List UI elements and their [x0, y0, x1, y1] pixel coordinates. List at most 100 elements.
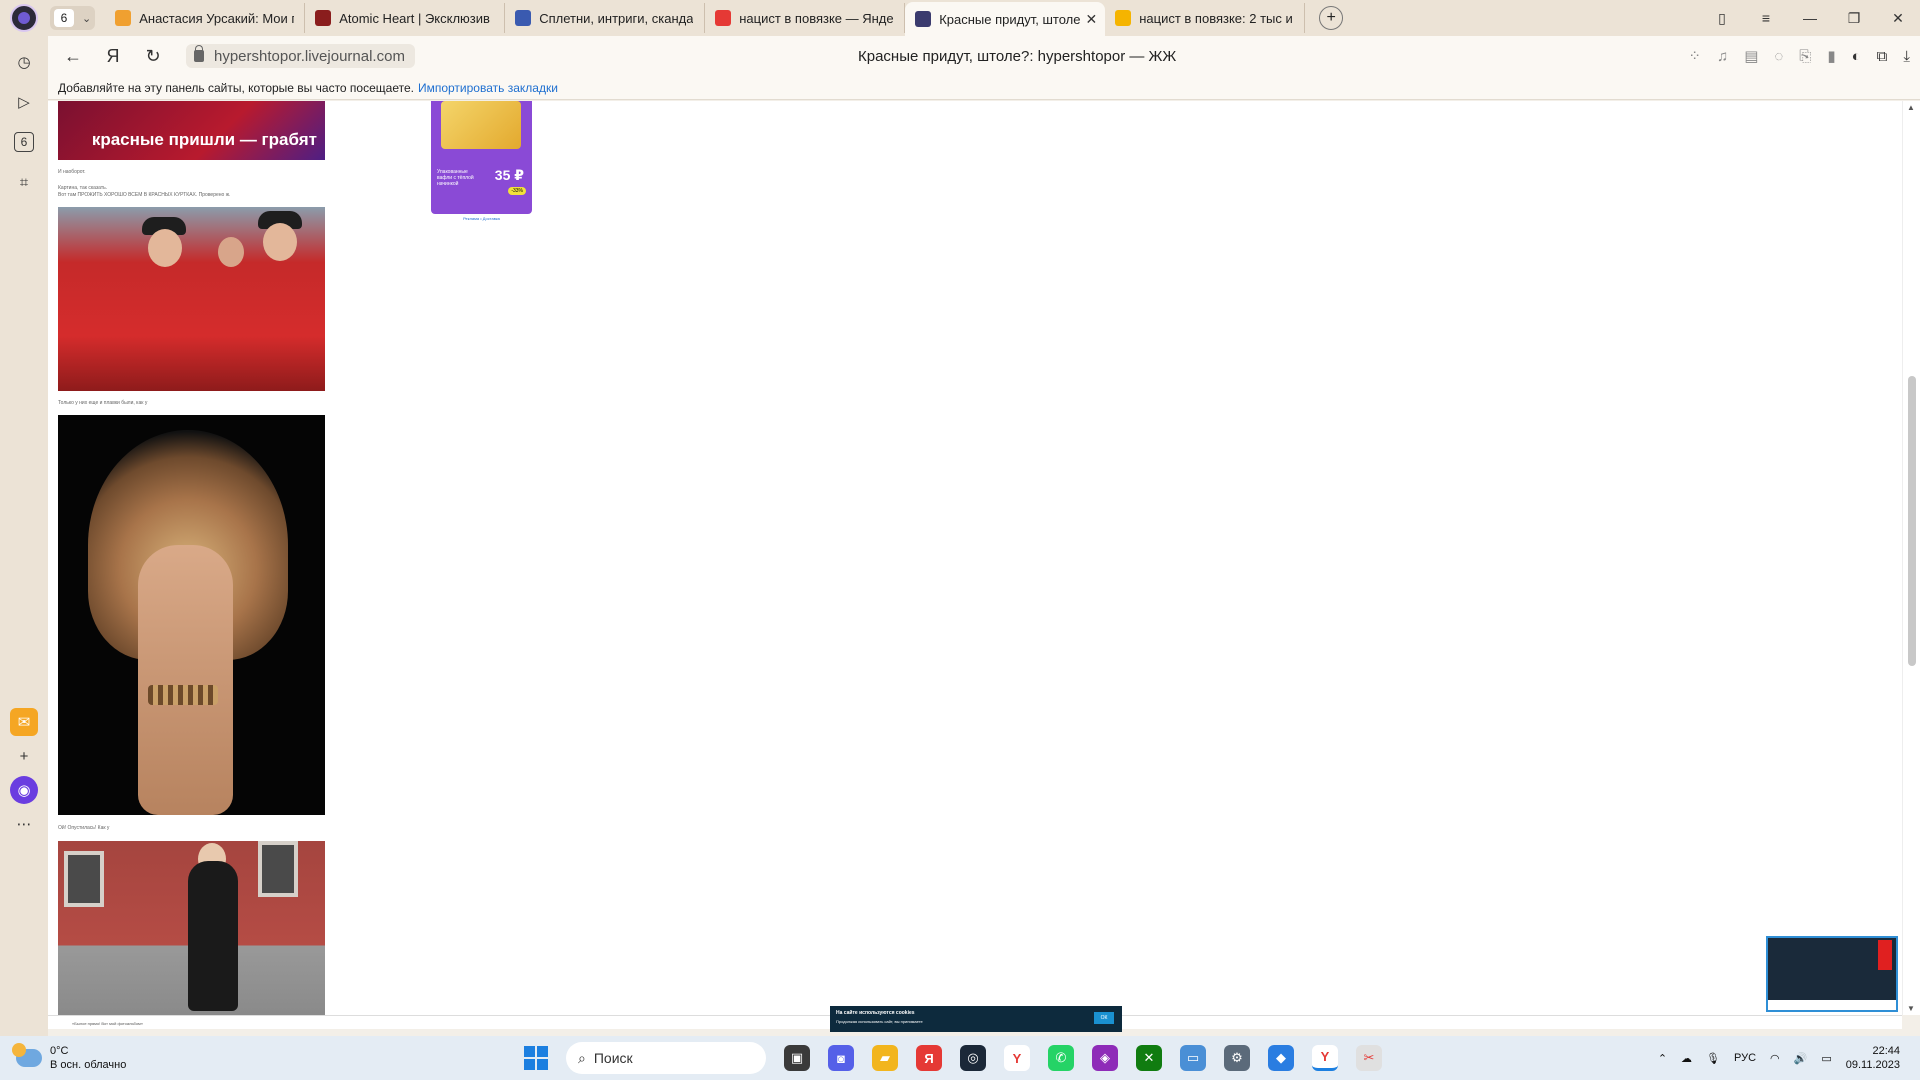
- post-text-4: Только у них еще и плавки были, как у: [58, 400, 148, 406]
- add-icon[interactable]: +: [10, 742, 38, 770]
- popup-red-badge: [1878, 940, 1892, 970]
- headphones-icon[interactable]: ♫: [1717, 48, 1728, 65]
- maximize-button[interactable]: ❐: [1832, 10, 1876, 27]
- wall-window: [64, 851, 104, 907]
- chat-icon[interactable]: ◙: [828, 1045, 854, 1071]
- snipping-tool-icon[interactable]: ✂: [1356, 1045, 1382, 1071]
- mail-icon[interactable]: ✉: [10, 708, 38, 736]
- walker-body: [188, 861, 238, 1011]
- copilot-icon[interactable]: ◆: [1268, 1045, 1294, 1071]
- settings-gear-icon[interactable]: ⚙: [1224, 1045, 1250, 1071]
- taskbar-search[interactable]: ⌕ Поиск: [566, 1042, 766, 1074]
- weather-text: 0°C В осн. облачно: [50, 1044, 126, 1072]
- person-head: [263, 223, 297, 261]
- scrollbar-thumb[interactable]: [1908, 376, 1916, 666]
- task-view-icon[interactable]: ▣: [784, 1045, 810, 1071]
- wifi-icon[interactable]: ◠: [1770, 1052, 1780, 1065]
- whatsapp-icon[interactable]: ✆: [1048, 1045, 1074, 1071]
- video-popup-thumbnail[interactable]: [1766, 936, 1898, 1012]
- page-title: Красные придут, штоле?: hypershtopor — Ж…: [858, 47, 1177, 65]
- ad-banner[interactable]: Упакованные вафли с тёплой начинкой 35 ₽…: [431, 101, 532, 214]
- tab-bar: 6 ⌄ Анастасия Урсакий: Мои г Atomic Hear…: [0, 0, 1920, 36]
- battery-icon[interactable]: ▭: [1821, 1052, 1831, 1065]
- close-tab-icon[interactable]: ✕: [1085, 11, 1097, 28]
- favicon-icon: [115, 10, 132, 26]
- tab-count: 6: [54, 9, 74, 27]
- tab-4[interactable]: нацист в повязке — Янде: [705, 3, 906, 33]
- yandex-browser-icon[interactable]: Я: [916, 1045, 942, 1071]
- app-icon[interactable]: ◈: [1092, 1045, 1118, 1071]
- file-explorer-icon[interactable]: ▰: [872, 1045, 898, 1071]
- remote-desktop-icon[interactable]: ▭: [1180, 1045, 1206, 1071]
- language-indicator[interactable]: РУС: [1734, 1052, 1756, 1064]
- tab-1[interactable]: Анастасия Урсакий: Мои г: [105, 3, 306, 33]
- sidebar-tabs-button[interactable]: 6: [10, 128, 38, 156]
- extensions-icon[interactable]: ⁘: [1688, 47, 1701, 65]
- favicon-icon: [315, 10, 332, 26]
- tab-6[interactable]: нацист в повязке: 2 тыс и: [1105, 3, 1306, 33]
- ad-caption-link[interactable]: Реклама • Доставка: [431, 216, 532, 221]
- post-text-5: Ой! Опустилась! Как у: [58, 825, 110, 831]
- weather-desc: В осн. облачно: [50, 1059, 127, 1071]
- cookie-banner: На сайте используются cookies Продолжая …: [830, 1006, 1122, 1032]
- screenshot-icon[interactable]: ⌗: [10, 168, 38, 196]
- url-field[interactable]: hypershtopor.livejournal.com: [186, 44, 415, 68]
- weather-widget[interactable]: 0°C В осн. облачно: [12, 1043, 126, 1072]
- microphone-icon[interactable]: 🎙: [1706, 1052, 1720, 1065]
- translate-icon[interactable]: ⎘: [1799, 48, 1811, 65]
- volume-icon[interactable]: 🔊: [1794, 1052, 1808, 1065]
- page-scrollbar[interactable]: ▲ ▼: [1902, 101, 1920, 1015]
- tab-3[interactable]: Сплетни, интриги, сканда: [505, 3, 706, 33]
- onedrive-icon[interactable]: ☁: [1681, 1052, 1692, 1065]
- minimize-button[interactable]: —: [1788, 10, 1832, 26]
- menu-icon[interactable]: ≡: [1744, 10, 1788, 26]
- reload-button[interactable]: ↻: [138, 41, 168, 71]
- new-tab-button[interactable]: +: [1319, 6, 1344, 30]
- tab-counter[interactable]: 6 ⌄: [50, 6, 96, 30]
- steam-icon[interactable]: ◎: [960, 1045, 986, 1071]
- import-bookmarks-link[interactable]: Импортировать закладки: [418, 81, 558, 95]
- collections-icon[interactable]: ⧉: [1877, 48, 1888, 65]
- reader-icon[interactable]: ▤: [1744, 47, 1758, 65]
- alice-icon[interactable]: ◉: [10, 776, 38, 804]
- cookie-ok-button[interactable]: ОК: [1094, 1012, 1114, 1024]
- yandex-button[interactable]: Я: [98, 41, 128, 71]
- xbox-icon[interactable]: ✕: [1136, 1045, 1162, 1071]
- comments-icon[interactable]: ◌: [1774, 48, 1783, 65]
- bookmarks-panel-icon[interactable]: ▯: [1700, 10, 1744, 27]
- figure-shape: [138, 545, 233, 815]
- photo-walking-man: [58, 841, 325, 1015]
- clock[interactable]: 22:44 09.11.2023: [1846, 1044, 1900, 1072]
- browser-logo-icon[interactable]: [10, 4, 38, 32]
- lock-icon: [194, 45, 204, 62]
- shield-icon[interactable]: ◐: [1852, 48, 1861, 65]
- scroll-up-icon[interactable]: ▲: [1907, 103, 1915, 112]
- download-icon[interactable]: ⤓: [1903, 48, 1910, 65]
- tab-strip: Анастасия Урсакий: Мои г Atomic Heart | …: [105, 0, 1306, 36]
- clock-time: 22:44: [1872, 1045, 1900, 1057]
- play-icon[interactable]: ▷: [10, 88, 38, 116]
- tab-5-active[interactable]: Красные придут, штоле ✕: [905, 2, 1106, 36]
- photo-headdress: [58, 415, 325, 815]
- scroll-down-icon[interactable]: ▼: [1907, 1004, 1915, 1013]
- bookmark-icon[interactable]: ▮: [1827, 47, 1835, 65]
- more-icon[interactable]: ⋯: [10, 810, 38, 838]
- ad-text: Упакованные вафли с тёплой начинкой: [437, 169, 474, 187]
- yandex-icon[interactable]: Y: [1004, 1045, 1030, 1071]
- taskbar-apps: ⌕ Поиск ▣ ◙ ▰ Я ◎ Y ✆ ◈ ✕ ▭ ⚙ ◆ Y ✂: [524, 1042, 1382, 1074]
- page-content: красные пришли — грабят И наоборот. Карт…: [48, 101, 1902, 1015]
- clock-date: 09.11.2023: [1845, 1059, 1900, 1071]
- chevron-up-icon[interactable]: ⌃: [1658, 1052, 1667, 1065]
- windows-start-icon[interactable]: [524, 1046, 548, 1070]
- back-button[interactable]: ←: [58, 41, 88, 71]
- cookie-text: Продолжая использовать сайт, вы принимае…: [836, 1019, 923, 1024]
- yandex-active-icon[interactable]: Y: [1312, 1045, 1338, 1071]
- tab-2[interactable]: Atomic Heart | Эксклюзив: [305, 3, 506, 33]
- bookmarks-prompt: Добавляйте на эту панель сайты, которые …: [58, 80, 414, 95]
- belt-shape: [148, 685, 218, 705]
- system-tray: ⌃ ☁ 🎙 РУС ◠ 🔊 ▭ 22:44 09.11.2023: [1658, 1044, 1900, 1072]
- history-icon[interactable]: ◷: [10, 48, 38, 76]
- weather-cloud-icon: [12, 1043, 42, 1067]
- browser-sidebar: ◷ ▷ 6 ⌗ ✉ + ◉ ⋯: [0, 36, 48, 1036]
- close-window-button[interactable]: ✕: [1876, 10, 1920, 27]
